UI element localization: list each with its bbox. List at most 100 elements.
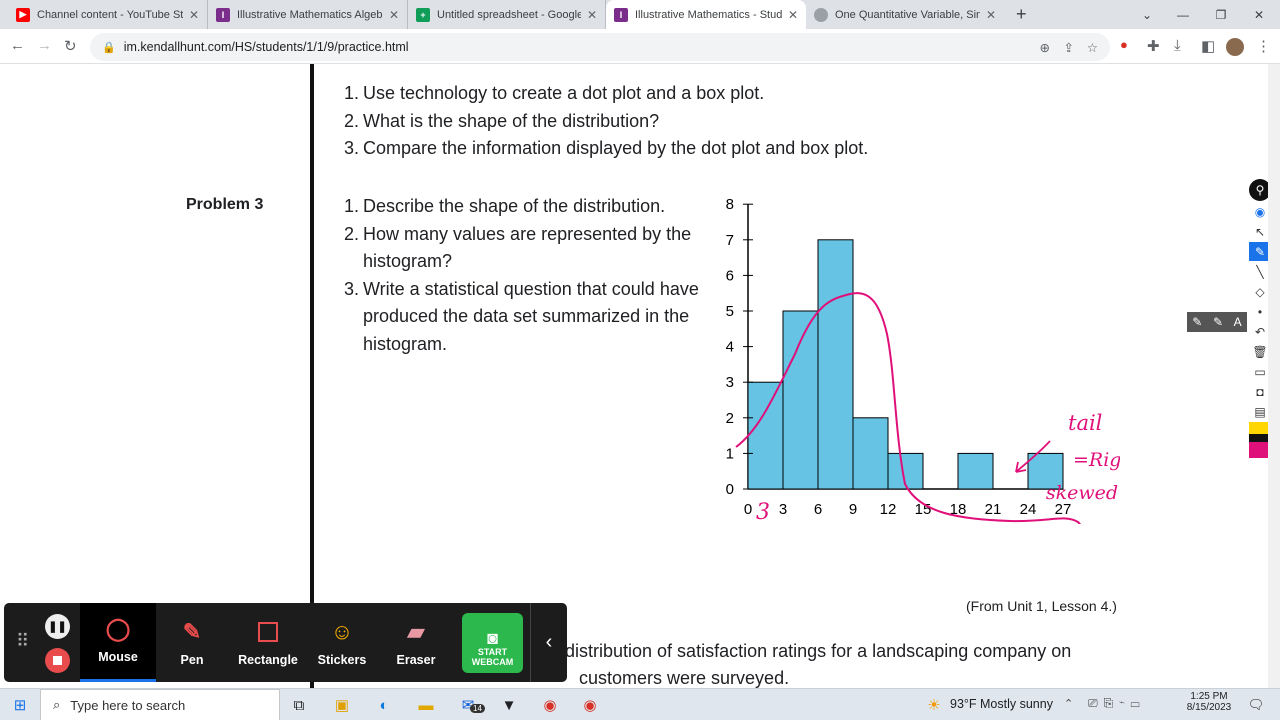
browser-toolbar: ← → ↻ 🔒 im.kendallhunt.com/HS/students/1…	[0, 29, 1280, 64]
windows-start-icon[interactable]: ⊞	[8, 693, 32, 717]
close-icon[interactable]: ✕	[389, 8, 399, 22]
rectangle-icon	[258, 619, 278, 645]
side-panel-icon[interactable]: ◧	[1201, 37, 1215, 55]
extension-record-icon[interactable]: ●	[1120, 37, 1128, 52]
system-tray-icons[interactable]: ⎚⎘⌁▭	[1088, 696, 1146, 711]
drag-handle-icon[interactable]: ⠿	[16, 631, 29, 652]
handwritten-annotation: skewed	[1046, 482, 1118, 504]
close-window-button[interactable]: ✕	[1236, 0, 1280, 29]
address-bar[interactable]: 🔒 im.kendallhunt.com/HS/students/1/1/9/p…	[90, 33, 1110, 61]
webcam-icon: ◙	[487, 628, 498, 648]
bookmark-star-icon[interactable]: ☆	[1087, 40, 1098, 55]
clock-date: 8/15/2023	[1186, 702, 1232, 713]
task-view-icon[interactable]: ⧉	[287, 693, 311, 717]
chrome-icon[interactable]: ◉	[578, 693, 602, 717]
tab-youtube-studio[interactable]: ▶ Channel content - YouTube Studi ✕	[8, 0, 208, 29]
histogram-bar	[782, 310, 819, 490]
list-item: 2. What is the shape of the distribution?	[344, 110, 660, 131]
stop-button[interactable]	[45, 648, 70, 673]
histogram-bar	[817, 239, 854, 490]
button-label: Eraser	[396, 653, 436, 667]
list-item: 1. Use technology to create a dot plot an…	[344, 83, 765, 103]
url-text[interactable]: im.kendallhunt.com/HS/students/1/1/9/pra…	[124, 40, 409, 54]
new-tab-button[interactable]: +	[1008, 0, 1036, 29]
reload-icon[interactable]: ↻	[64, 37, 77, 55]
chart-bars	[747, 239, 1064, 490]
pen-tool-button[interactable]: ✎ Pen	[156, 603, 228, 682]
tab-title: Untitled spreadsheet - Google Sh	[437, 8, 581, 21]
tab-title: One Quantitative Variable, Single	[835, 8, 980, 21]
file-explorer-icon[interactable]: ▬	[414, 693, 438, 717]
pause-button[interactable]: ❚❚	[45, 614, 70, 639]
y-tick-label: 7	[726, 232, 734, 249]
edge-icon[interactable]: ◐	[372, 693, 396, 717]
lock-icon: 🔒	[102, 41, 116, 54]
profile-avatar[interactable]	[1226, 38, 1244, 56]
stickers-tool-button[interactable]: ☺ Stickers	[306, 603, 378, 682]
text-tool-icon[interactable]: A	[1234, 315, 1242, 329]
tab-im-algebra[interactable]: I Illustrative Mathematics Algebra ✕	[208, 0, 408, 29]
close-icon[interactable]: ✕	[587, 8, 597, 22]
scrollbar[interactable]	[1268, 64, 1280, 688]
x-tick-label: 0	[744, 501, 752, 518]
x-tick-label: 9	[849, 501, 857, 518]
x-tick-label: 21	[985, 501, 1002, 518]
problem4-text: distribution of satisfaction ratings for…	[565, 638, 1071, 688]
histogram-chart: 0123456780369121518212427 3tail=Rightske…	[726, 196, 1120, 524]
x-tick-label: 6	[814, 501, 822, 518]
x-tick-label: 3	[779, 501, 787, 518]
rectangle-tool-button[interactable]: Rectangle	[230, 603, 306, 682]
start-webcam-button[interactable]: ◙ START WEBCAM	[462, 613, 523, 673]
tab-spreadsheet[interactable]: + Untitled spreadsheet - Google Sh ✕	[408, 0, 606, 29]
clock[interactable]: 1:25 PM 8/15/2023	[1184, 691, 1234, 713]
app-icon[interactable]: ▼	[497, 693, 521, 717]
mouse-tool-button[interactable]: ◯ Mouse	[80, 603, 156, 682]
close-icon[interactable]: ✕	[986, 8, 996, 22]
back-icon[interactable]: ←	[10, 37, 25, 54]
y-tick-label: 6	[726, 267, 734, 284]
y-tick-label: 2	[726, 410, 734, 427]
button-label: Mouse	[98, 650, 138, 664]
y-tick-label: 0	[726, 481, 734, 498]
pen-blue-icon[interactable]: ✎	[1192, 315, 1202, 329]
tab-title: Illustrative Mathematics Algebra	[237, 8, 383, 21]
histogram-bar	[957, 452, 994, 490]
list-item: 3. Compare the information displayed by t…	[344, 138, 869, 158]
mail-badge: 14	[470, 704, 485, 713]
close-icon[interactable]: ✕	[189, 8, 199, 22]
extensions-puzzle-icon[interactable]: ✚	[1147, 37, 1160, 55]
tab-title: Channel content - YouTube Studi	[37, 8, 183, 21]
tray-chevron-icon[interactable]: ⌃	[1064, 697, 1073, 710]
menu-kebab-icon[interactable]: ⋮	[1256, 37, 1271, 55]
marker-icon[interactable]: ✎	[1213, 315, 1223, 329]
forward-icon[interactable]: →	[37, 37, 52, 54]
taskbar-search[interactable]: ⌕ Type here to search	[40, 689, 280, 720]
im-icon: I	[216, 7, 230, 22]
y-tick-label: 3	[726, 374, 734, 391]
zoom-icon[interactable]: ⊕	[1040, 40, 1050, 55]
download-icon[interactable]: ⤓	[1174, 37, 1181, 54]
tab-im-student[interactable]: I Illustrative Mathematics - Studen ✕	[606, 0, 806, 29]
x-tick-label: 12	[880, 501, 897, 518]
problem4-line: distribution of satisfaction ratings for…	[565, 641, 1072, 661]
weather-text[interactable]: 93°F Mostly sunny	[950, 697, 1053, 711]
share-icon[interactable]: ⇪	[1064, 40, 1074, 55]
tab-one-quantitative[interactable]: One Quantitative Variable, Single ✕	[806, 0, 1004, 29]
notification-icon[interactable]: 🗨	[1244, 693, 1268, 717]
list-item: 2. How many values are represented by the…	[344, 223, 692, 272]
tab-strip: ▶ Channel content - YouTube Studi ✕ I Il…	[0, 0, 1280, 29]
collapse-chevron-icon[interactable]: ‹	[530, 603, 567, 682]
tab-title: Illustrative Mathematics - Studen	[635, 8, 782, 21]
search-icon: ⌕	[53, 697, 61, 712]
eraser-icon: ▰	[407, 619, 425, 644]
store-icon[interactable]: ▣	[330, 693, 354, 717]
histogram-bar	[852, 417, 889, 490]
close-icon[interactable]: ✕	[788, 8, 798, 22]
windows-taskbar: ⊞ ⌕ Type here to search ⧉ ▣ ◐ ▬ ✉ 14 ▼ ◉…	[0, 688, 1280, 720]
button-label: Pen	[180, 653, 204, 667]
weather-icon: ☀	[927, 697, 941, 714]
chrome-icon[interactable]: ◉	[538, 693, 562, 717]
search-placeholder: Type here to search	[70, 697, 186, 713]
list-item: 3. Write a statistical question that coul…	[344, 278, 699, 354]
eraser-tool-button[interactable]: ▰ Eraser	[380, 603, 452, 682]
